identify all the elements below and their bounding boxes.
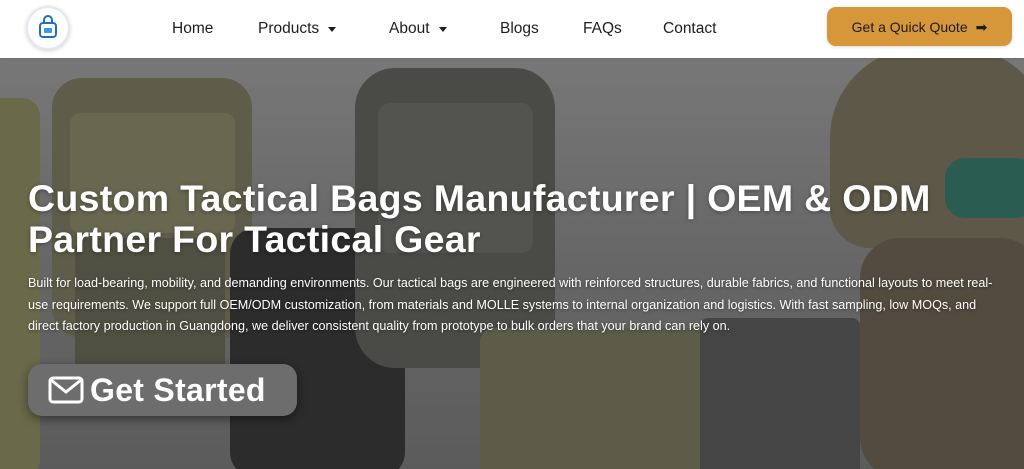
nav-faqs[interactable]: FAQs bbox=[583, 0, 663, 58]
nav-faqs-label: FAQs bbox=[583, 20, 622, 37]
nav-about[interactable]: About bbox=[389, 0, 500, 58]
arrow-right-icon: ➡ bbox=[975, 18, 988, 35]
quick-quote-label: Get a Quick Quote bbox=[851, 18, 968, 35]
hero-description: Built for load-bearing, mobility, and de… bbox=[28, 276, 993, 333]
get-started-label: Get Started bbox=[90, 371, 266, 408]
bag-logo-icon bbox=[39, 15, 57, 38]
hero-title: Custom Tactical Bags Manufacturer | OEM … bbox=[28, 177, 931, 260]
main-nav: Home Products About Blogs FAQs Contact bbox=[172, 0, 733, 58]
get-started-button[interactable]: Get Started bbox=[28, 364, 297, 416]
chevron-down-icon bbox=[328, 26, 337, 32]
site-logo[interactable] bbox=[26, 6, 70, 50]
nav-blogs[interactable]: Blogs bbox=[500, 0, 583, 58]
nav-about-label: About bbox=[389, 20, 430, 37]
hero-section: Custom Tactical Bags Manufacturer | OEM … bbox=[0, 58, 1024, 469]
nav-contact-label: Contact bbox=[663, 20, 717, 37]
quick-quote-button[interactable]: Get a Quick Quote ➡ bbox=[827, 7, 1012, 46]
nav-blogs-label: Blogs bbox=[500, 20, 539, 37]
nav-products-label: Products bbox=[258, 20, 320, 37]
site-header: Home Products About Blogs FAQs Contact G… bbox=[0, 0, 1024, 58]
nav-home[interactable]: Home bbox=[172, 0, 258, 58]
nav-products[interactable]: Products bbox=[258, 0, 389, 58]
chevron-down-icon bbox=[438, 26, 447, 32]
nav-home-label: Home bbox=[172, 20, 214, 37]
envelope-icon bbox=[48, 376, 84, 404]
nav-contact[interactable]: Contact bbox=[663, 0, 733, 58]
